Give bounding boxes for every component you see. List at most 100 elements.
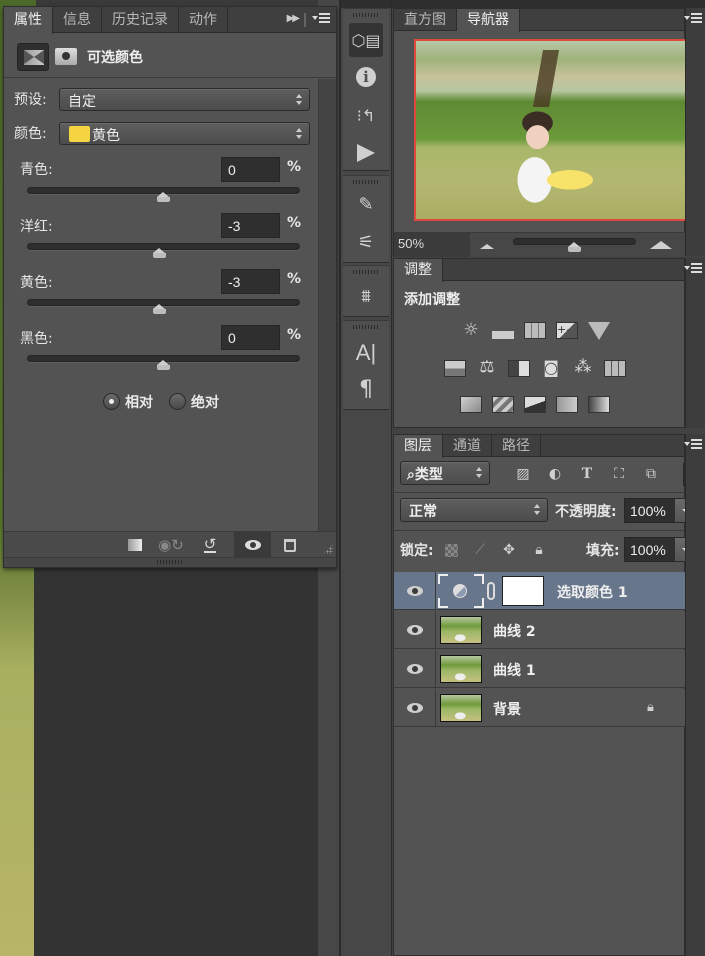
layer-thumbnail[interactable] xyxy=(440,616,482,644)
layer-visibility-toggle[interactable] xyxy=(394,650,436,688)
group-grip[interactable] xyxy=(353,325,379,329)
zoom-in-icon[interactable] xyxy=(650,241,672,249)
relative-label[interactable]: 相对 xyxy=(125,392,153,412)
black-white-icon[interactable] xyxy=(508,360,530,377)
group-grip[interactable] xyxy=(353,270,379,274)
properties-dock-button[interactable]: ⬡▤ xyxy=(349,23,383,57)
paragraph-dock-button[interactable]: ¶ xyxy=(349,375,383,403)
tab-history[interactable]: 历史记录 xyxy=(102,7,179,33)
cyan-input[interactable]: 0 xyxy=(221,157,280,182)
zoom-out-icon[interactable] xyxy=(480,244,494,249)
preset-select[interactable]: 自定 xyxy=(59,88,310,111)
filter-pixel-icon[interactable]: ▨ xyxy=(514,466,532,482)
layers-scrollbar[interactable] xyxy=(684,434,705,956)
layer-name[interactable]: 曲线 2 xyxy=(493,621,536,641)
panel-drag-grip[interactable] xyxy=(4,557,336,567)
tab-adjustments[interactable]: 调整 xyxy=(394,259,443,282)
adjustment-layer-thumbnail[interactable] xyxy=(438,574,484,608)
layer-row[interactable]: 曲线 1 xyxy=(394,650,686,688)
navigator-preview-image[interactable] xyxy=(414,39,688,221)
blend-mode-select[interactable]: 正常 xyxy=(400,498,548,522)
toggle-visibility-button[interactable] xyxy=(234,532,271,558)
levels-icon[interactable] xyxy=(492,322,514,339)
info-dock-button[interactable]: i xyxy=(349,63,383,91)
yellow-input[interactable]: -3 xyxy=(221,269,280,294)
reset-button[interactable]: ↺ xyxy=(194,532,226,558)
tab-channels[interactable]: 通道 xyxy=(443,435,492,457)
black-slider-thumb[interactable] xyxy=(157,360,170,370)
layer-thumbnail[interactable] xyxy=(440,694,482,722)
actions-dock-button[interactable] xyxy=(349,139,383,167)
layer-mask-thumbnail[interactable] xyxy=(502,576,544,606)
view-previous-button[interactable]: ◉↻ xyxy=(155,532,187,558)
history-dock-button[interactable]: ⁝↰ xyxy=(349,101,383,129)
tab-properties[interactable]: 属性 xyxy=(4,7,53,34)
selective-color-icon[interactable] xyxy=(17,43,49,71)
magenta-input[interactable]: -3 xyxy=(221,213,280,238)
adjustments-scrollbar[interactable] xyxy=(684,258,705,428)
layer-visibility-toggle[interactable] xyxy=(394,611,436,649)
lock-transparent-pixels-icon[interactable] xyxy=(445,544,458,557)
delete-button[interactable] xyxy=(274,532,306,558)
colors-select[interactable]: 黄色 xyxy=(59,122,310,145)
group-grip[interactable] xyxy=(353,180,379,184)
filter-type-icon[interactable]: T xyxy=(578,466,596,482)
layer-visibility-toggle[interactable] xyxy=(394,689,436,727)
cyan-slider-thumb[interactable] xyxy=(157,192,170,202)
properties-scrollbar[interactable] xyxy=(318,79,336,531)
magenta-slider-thumb[interactable] xyxy=(152,248,166,258)
tab-navigator[interactable]: 导航器 xyxy=(457,9,520,32)
navigator-menu-icon[interactable] xyxy=(684,13,702,25)
lock-all-icon[interactable]: 🔒︎ xyxy=(531,542,547,558)
tab-actions[interactable]: 动作 xyxy=(179,7,228,33)
resize-grip-icon[interactable] xyxy=(323,544,333,554)
link-chain-icon[interactable] xyxy=(487,582,495,600)
group-grip[interactable] xyxy=(353,13,379,17)
absolute-radio[interactable] xyxy=(169,393,186,410)
collapse-arrows-icon[interactable]: ▶▶ xyxy=(287,13,300,24)
filter-shape-icon[interactable]: ⛶ xyxy=(610,466,628,482)
tab-paths[interactable]: 路径 xyxy=(492,435,541,457)
yellow-slider-thumb[interactable] xyxy=(152,304,166,314)
color-lookup-icon[interactable] xyxy=(604,360,626,377)
layer-name[interactable]: 选取颜色 1 xyxy=(557,582,628,602)
clip-to-layer-button[interactable] xyxy=(116,532,148,558)
panel-menu-icon[interactable] xyxy=(312,13,330,25)
layer-row[interactable]: 背景 🔒︎ xyxy=(394,689,686,727)
gradient-map-icon[interactable] xyxy=(588,396,610,413)
vibrance-icon[interactable] xyxy=(588,322,610,340)
brush-presets-dock-button[interactable]: ✎ xyxy=(349,190,383,218)
layer-name[interactable]: 背景 xyxy=(493,699,521,719)
color-balance-icon[interactable]: ⚖ xyxy=(476,359,498,376)
layer-filter-select[interactable]: ⌕类型 xyxy=(400,461,490,485)
navigator-scrollbar[interactable] xyxy=(684,8,705,256)
relative-radio[interactable] xyxy=(103,393,120,410)
tab-layers[interactable]: 图层 xyxy=(394,435,443,458)
posterize-icon[interactable] xyxy=(492,396,514,413)
layers-menu-icon[interactable] xyxy=(684,439,702,451)
brightness-contrast-icon[interactable]: ☼ xyxy=(460,322,482,339)
layer-thumbnail[interactable] xyxy=(440,655,482,683)
filter-smart-object-icon[interactable]: ⧉ xyxy=(642,466,660,482)
layer-row[interactable]: 选取颜色 1 xyxy=(394,572,686,610)
photo-filter-icon[interactable]: ◙ xyxy=(540,359,562,376)
brush-dock-button[interactable]: ⚟ xyxy=(349,228,383,256)
black-input[interactable]: 0 xyxy=(221,325,280,350)
absolute-label[interactable]: 绝对 xyxy=(191,392,219,412)
lock-position-icon[interactable]: ✥ xyxy=(501,542,517,558)
tab-histogram[interactable]: 直方图 xyxy=(394,9,457,31)
threshold-icon[interactable] xyxy=(524,396,546,413)
adjustments-menu-icon[interactable] xyxy=(684,263,702,275)
lock-image-pixels-icon[interactable]: ⟋ xyxy=(472,542,488,558)
selective-color-adj-icon[interactable] xyxy=(556,396,578,413)
filter-adjustment-icon[interactable]: ◐ xyxy=(546,466,564,482)
exposure-icon[interactable]: +- xyxy=(556,322,578,339)
zoom-level-input[interactable]: 50% xyxy=(394,233,470,257)
tab-info[interactable]: 信息 xyxy=(53,7,102,33)
layer-row[interactable]: 曲线 2 xyxy=(394,611,686,649)
character-dock-button[interactable]: A| xyxy=(349,339,383,367)
invert-icon[interactable] xyxy=(460,396,482,413)
layer-visibility-toggle[interactable] xyxy=(394,572,436,610)
layer-mask-icon[interactable] xyxy=(55,48,77,65)
zoom-slider-thumb[interactable] xyxy=(568,242,581,252)
